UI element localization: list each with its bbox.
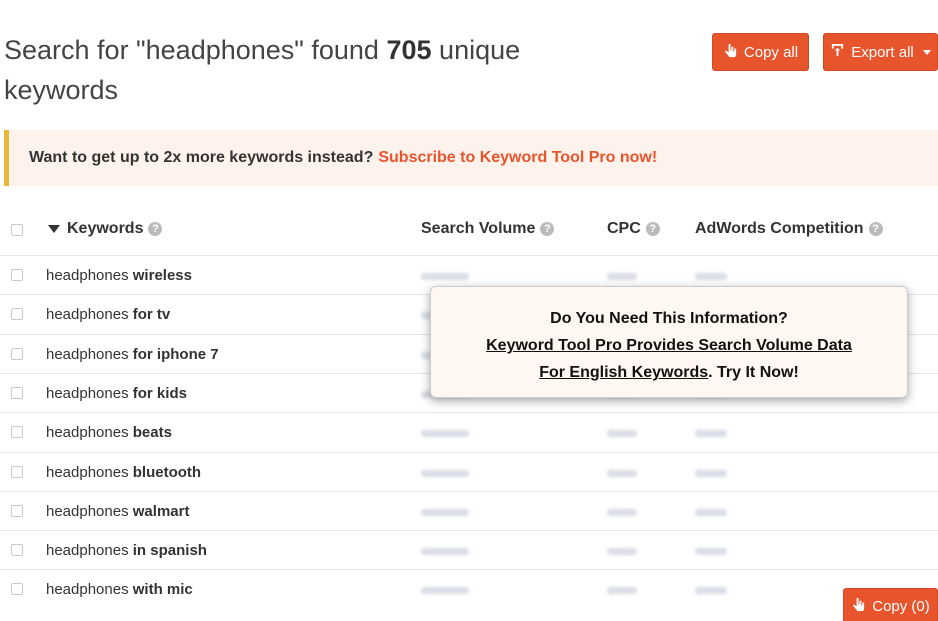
keyword-base: headphones bbox=[46, 581, 129, 599]
keyword-cell[interactable]: headphones for tv bbox=[46, 306, 170, 323]
export-all-button[interactable]: Export all bbox=[823, 33, 938, 71]
export-icon bbox=[830, 43, 845, 62]
keyword-base: headphones bbox=[46, 502, 129, 520]
keyword-cell[interactable]: headphones wireless bbox=[46, 267, 192, 284]
table-header: Keywords ? Search Volume ? CPC ? AdWords… bbox=[0, 210, 938, 248]
hand-pointer-icon bbox=[723, 43, 738, 62]
keyword-cell[interactable]: headphones beats bbox=[46, 424, 172, 441]
subscribe-link[interactable]: Subscribe to Keyword Tool Pro now! bbox=[378, 149, 657, 167]
hand-pointer-icon bbox=[851, 597, 866, 616]
row-checkbox[interactable] bbox=[11, 465, 23, 478]
column-cpc[interactable]: CPC ? bbox=[607, 220, 660, 238]
keyword-base: headphones bbox=[46, 384, 129, 402]
keyword-base: headphones bbox=[46, 345, 129, 363]
cpc-cell-hidden bbox=[607, 469, 637, 477]
keyword-base: headphones bbox=[46, 306, 129, 324]
title-suffix-2: keywords bbox=[4, 75, 119, 105]
search-volume-cell-hidden bbox=[421, 430, 469, 438]
help-icon[interactable]: ? bbox=[645, 222, 660, 236]
copy-all-label: Copy all bbox=[743, 43, 799, 61]
table-row[interactable]: headphones in spanish bbox=[0, 530, 938, 569]
promo-text: Want to get up to 2x more keywords inste… bbox=[29, 149, 374, 166]
upgrade-banner: Want to get up to 2x more keywords inste… bbox=[4, 130, 938, 186]
sort-down-icon bbox=[48, 225, 60, 233]
keyword-suffix: in spanish bbox=[132, 542, 207, 560]
column-cpc-label: CPC bbox=[607, 220, 641, 237]
title-prefix: Search for "headphones" found bbox=[4, 35, 379, 65]
row-checkbox[interactable] bbox=[11, 308, 23, 321]
row-checkbox[interactable] bbox=[11, 347, 23, 360]
keyword-base: headphones bbox=[46, 424, 129, 442]
overlay-link-line1[interactable]: Keyword Tool Pro Provides Search Volume … bbox=[486, 337, 852, 354]
keyword-cell[interactable]: headphones with mic bbox=[46, 581, 193, 598]
competition-cell-hidden bbox=[695, 587, 727, 595]
competition-cell-hidden bbox=[695, 508, 727, 516]
upsell-overlay: Do You Need This Information? Keyword To… bbox=[430, 286, 908, 398]
row-checkbox[interactable] bbox=[11, 426, 23, 439]
search-volume-cell-hidden bbox=[421, 508, 469, 516]
column-search-volume[interactable]: Search Volume ? bbox=[421, 220, 555, 238]
cpc-cell-hidden bbox=[607, 587, 637, 595]
keyword-cell[interactable]: headphones for iphone 7 bbox=[46, 346, 219, 363]
row-checkbox[interactable] bbox=[11, 269, 23, 281]
table-row[interactable]: headphones walmart bbox=[0, 490, 938, 530]
column-keywords-label: Keywords bbox=[67, 220, 144, 237]
search-volume-cell-hidden bbox=[421, 273, 469, 280]
help-icon[interactable]: ? bbox=[148, 222, 163, 236]
keyword-suffix: beats bbox=[132, 424, 172, 442]
cpc-cell-hidden bbox=[607, 430, 637, 438]
page-title: Search for "headphones" found 705 unique… bbox=[4, 30, 604, 110]
competition-cell-hidden bbox=[695, 548, 727, 556]
title-suffix-1: unique bbox=[439, 35, 521, 65]
select-all-checkbox[interactable] bbox=[11, 224, 23, 236]
cpc-cell-hidden bbox=[607, 548, 637, 556]
keyword-suffix: for kids bbox=[132, 384, 187, 402]
help-icon[interactable]: ? bbox=[868, 222, 883, 236]
column-search-volume-label: Search Volume bbox=[421, 220, 536, 237]
keyword-cell[interactable]: headphones for kids bbox=[46, 385, 187, 402]
help-icon[interactable]: ? bbox=[540, 222, 555, 236]
keyword-base: headphones bbox=[46, 463, 129, 481]
keyword-suffix: wireless bbox=[132, 267, 192, 284]
competition-cell-hidden bbox=[695, 430, 727, 438]
table-row[interactable]: headphones with mic bbox=[0, 569, 938, 608]
export-all-label: Export all bbox=[851, 43, 914, 61]
keyword-base: headphones bbox=[46, 542, 129, 560]
row-checkbox[interactable] bbox=[11, 544, 23, 557]
table-row[interactable]: headphones bluetooth bbox=[0, 451, 938, 491]
column-competition[interactable]: AdWords Competition ? bbox=[695, 220, 883, 238]
overlay-tail: . Try It Now! bbox=[708, 364, 799, 381]
search-volume-cell-hidden bbox=[421, 548, 469, 556]
keyword-suffix: for tv bbox=[132, 306, 171, 324]
column-keywords[interactable]: Keywords ? bbox=[48, 220, 163, 238]
cpc-cell-hidden bbox=[607, 508, 637, 516]
chevron-down-icon bbox=[922, 49, 931, 55]
keyword-suffix: for iphone 7 bbox=[132, 345, 219, 363]
row-checkbox[interactable] bbox=[11, 504, 23, 517]
copy-all-button[interactable]: Copy all bbox=[712, 33, 809, 71]
row-checkbox[interactable] bbox=[11, 583, 23, 596]
column-competition-label: AdWords Competition bbox=[695, 220, 864, 237]
search-volume-cell-hidden bbox=[421, 587, 469, 595]
keyword-suffix: bluetooth bbox=[132, 463, 202, 481]
cpc-cell-hidden bbox=[607, 273, 637, 280]
table-row[interactable]: headphones beats bbox=[0, 412, 938, 451]
copy-count-label: Copy (0) bbox=[872, 597, 930, 615]
keyword-suffix: walmart bbox=[132, 502, 190, 520]
keyword-base: headphones bbox=[46, 267, 129, 284]
competition-cell-hidden bbox=[695, 273, 727, 280]
keyword-cell[interactable]: headphones bluetooth bbox=[46, 464, 201, 481]
row-checkbox[interactable] bbox=[11, 386, 23, 399]
search-volume-cell-hidden bbox=[421, 469, 469, 477]
copy-selected-button[interactable]: Copy (0) bbox=[843, 588, 938, 621]
overlay-heading: Do You Need This Information? bbox=[550, 310, 788, 327]
keyword-count: 705 bbox=[386, 35, 432, 65]
keyword-cell[interactable]: headphones walmart bbox=[46, 503, 189, 520]
keyword-suffix: with mic bbox=[132, 581, 193, 599]
overlay-link-line2[interactable]: For English Keywords bbox=[539, 364, 708, 381]
competition-cell-hidden bbox=[695, 469, 727, 477]
keyword-cell[interactable]: headphones in spanish bbox=[46, 542, 207, 559]
